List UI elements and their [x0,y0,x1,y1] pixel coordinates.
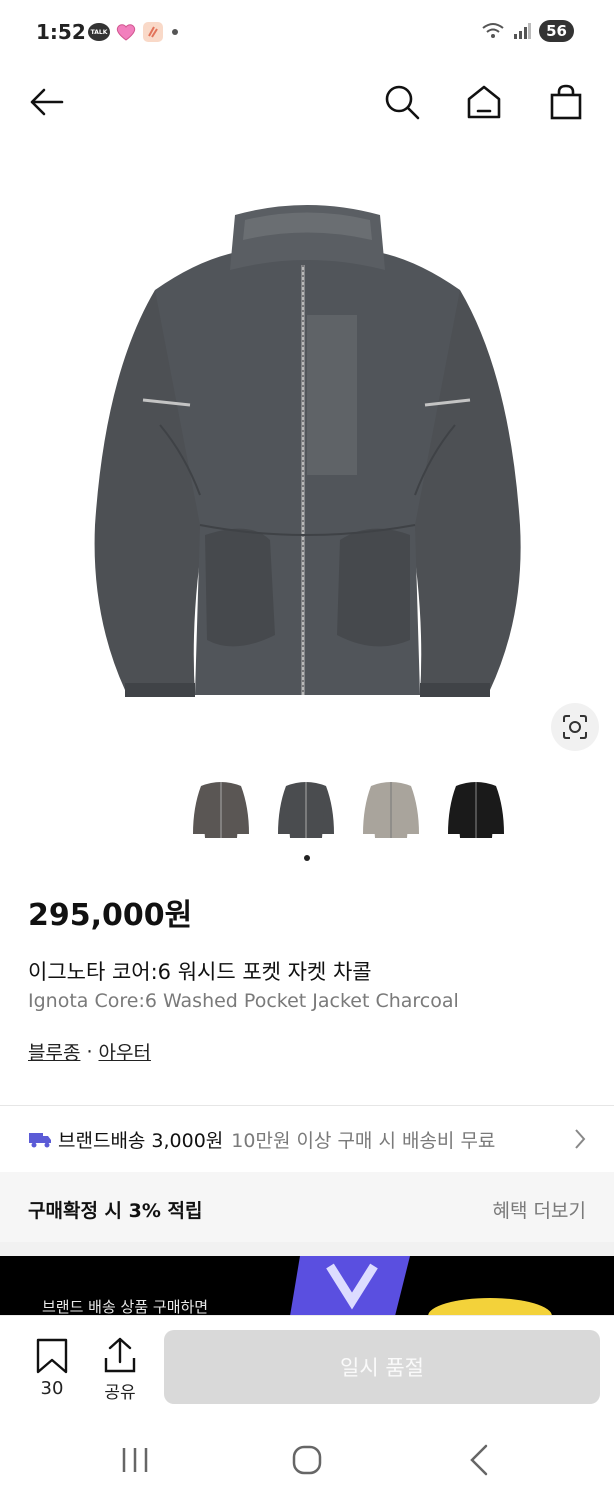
shipping-info-row[interactable]: 브랜드배송 3,000원 10만원 이상 구매 시 배송비 무료 [0,1106,614,1172]
share-label: 공유 [104,1383,136,1403]
sold-out-button[interactable]: 일시 품절 [164,1330,600,1404]
home-circle-icon [292,1445,322,1475]
app-icon [143,22,163,42]
carousel-indicator [304,855,310,861]
bookmark-icon [36,1338,68,1374]
battery-icon: 56 [539,20,574,42]
category-link-outer[interactable]: 아우터 [99,1038,151,1065]
share-button[interactable] [102,1336,138,1374]
back-arrow-icon [30,88,64,116]
recent-apps-icon [122,1448,148,1472]
bookmark-button[interactable] [34,1338,70,1374]
category-link-blouson[interactable]: 블루종 [28,1038,80,1065]
thumbnail-1[interactable] [189,772,253,844]
category-breadcrumb: 블루종 · 아우터 [28,1038,151,1065]
chevron-left-icon [470,1444,488,1476]
search-button[interactable] [382,82,422,122]
thumbnail-4[interactable] [444,772,508,844]
search-icon [385,85,420,120]
benefit-title: 구매확정 시 3% 적립 [28,1200,203,1222]
home-icon [467,85,501,119]
thumbnail-jacket-icon [448,782,504,838]
back-button[interactable] [26,82,66,122]
product-name-korean: 이그노타 코어:6 워시드 포켓 자켓 차콜 [28,960,372,984]
cart-button[interactable] [546,82,586,122]
talk-icon: TALK [88,23,110,41]
bookmark-count: 30 [40,1378,64,1399]
shopping-bag-icon [550,84,582,120]
signal-icon [514,23,532,39]
chevron-right-icon [575,1129,586,1149]
shipping-fee: 3,000원 [151,1129,224,1152]
product-name-english: Ignota Core:6 Washed Pocket Jacket Charc… [28,990,459,1012]
status-time: 1:52 [36,20,86,44]
lens-icon [563,715,587,739]
truck-icon [29,1133,51,1148]
shipping-label: 브랜드배송 [58,1129,146,1152]
share-icon [104,1337,136,1373]
system-back-button[interactable] [468,1444,490,1480]
thumbnail-jacket-icon [363,782,419,838]
home-button[interactable] [464,82,504,122]
status-notification-icons: TALK [88,21,180,43]
recent-apps-button[interactable] [120,1446,150,1478]
heart-icon [116,24,136,41]
banner-text: 브랜드 배송 상품 구매하면 [42,1298,209,1316]
benefit-more-link[interactable]: 혜택 더보기 [493,1196,586,1223]
product-image[interactable] [85,195,530,715]
wifi-icon [482,23,504,38]
thumbnail-2[interactable] [274,772,338,844]
section-gap [0,1242,614,1256]
dot-icon [172,29,178,35]
thumbnail-jacket-icon [278,782,334,838]
category-separator: · [86,1040,93,1063]
thumbnail-jacket-icon [193,782,249,838]
thumbnail-3[interactable] [359,772,423,844]
system-home-button[interactable] [292,1445,322,1479]
product-price: 295,000원 [28,898,193,933]
status-right-icons: 56 [481,20,574,42]
visual-search-button[interactable] [551,703,599,751]
shipping-condition: 10만원 이상 구매 시 배송비 무료 [231,1129,496,1152]
jacket-illustration [94,205,521,697]
